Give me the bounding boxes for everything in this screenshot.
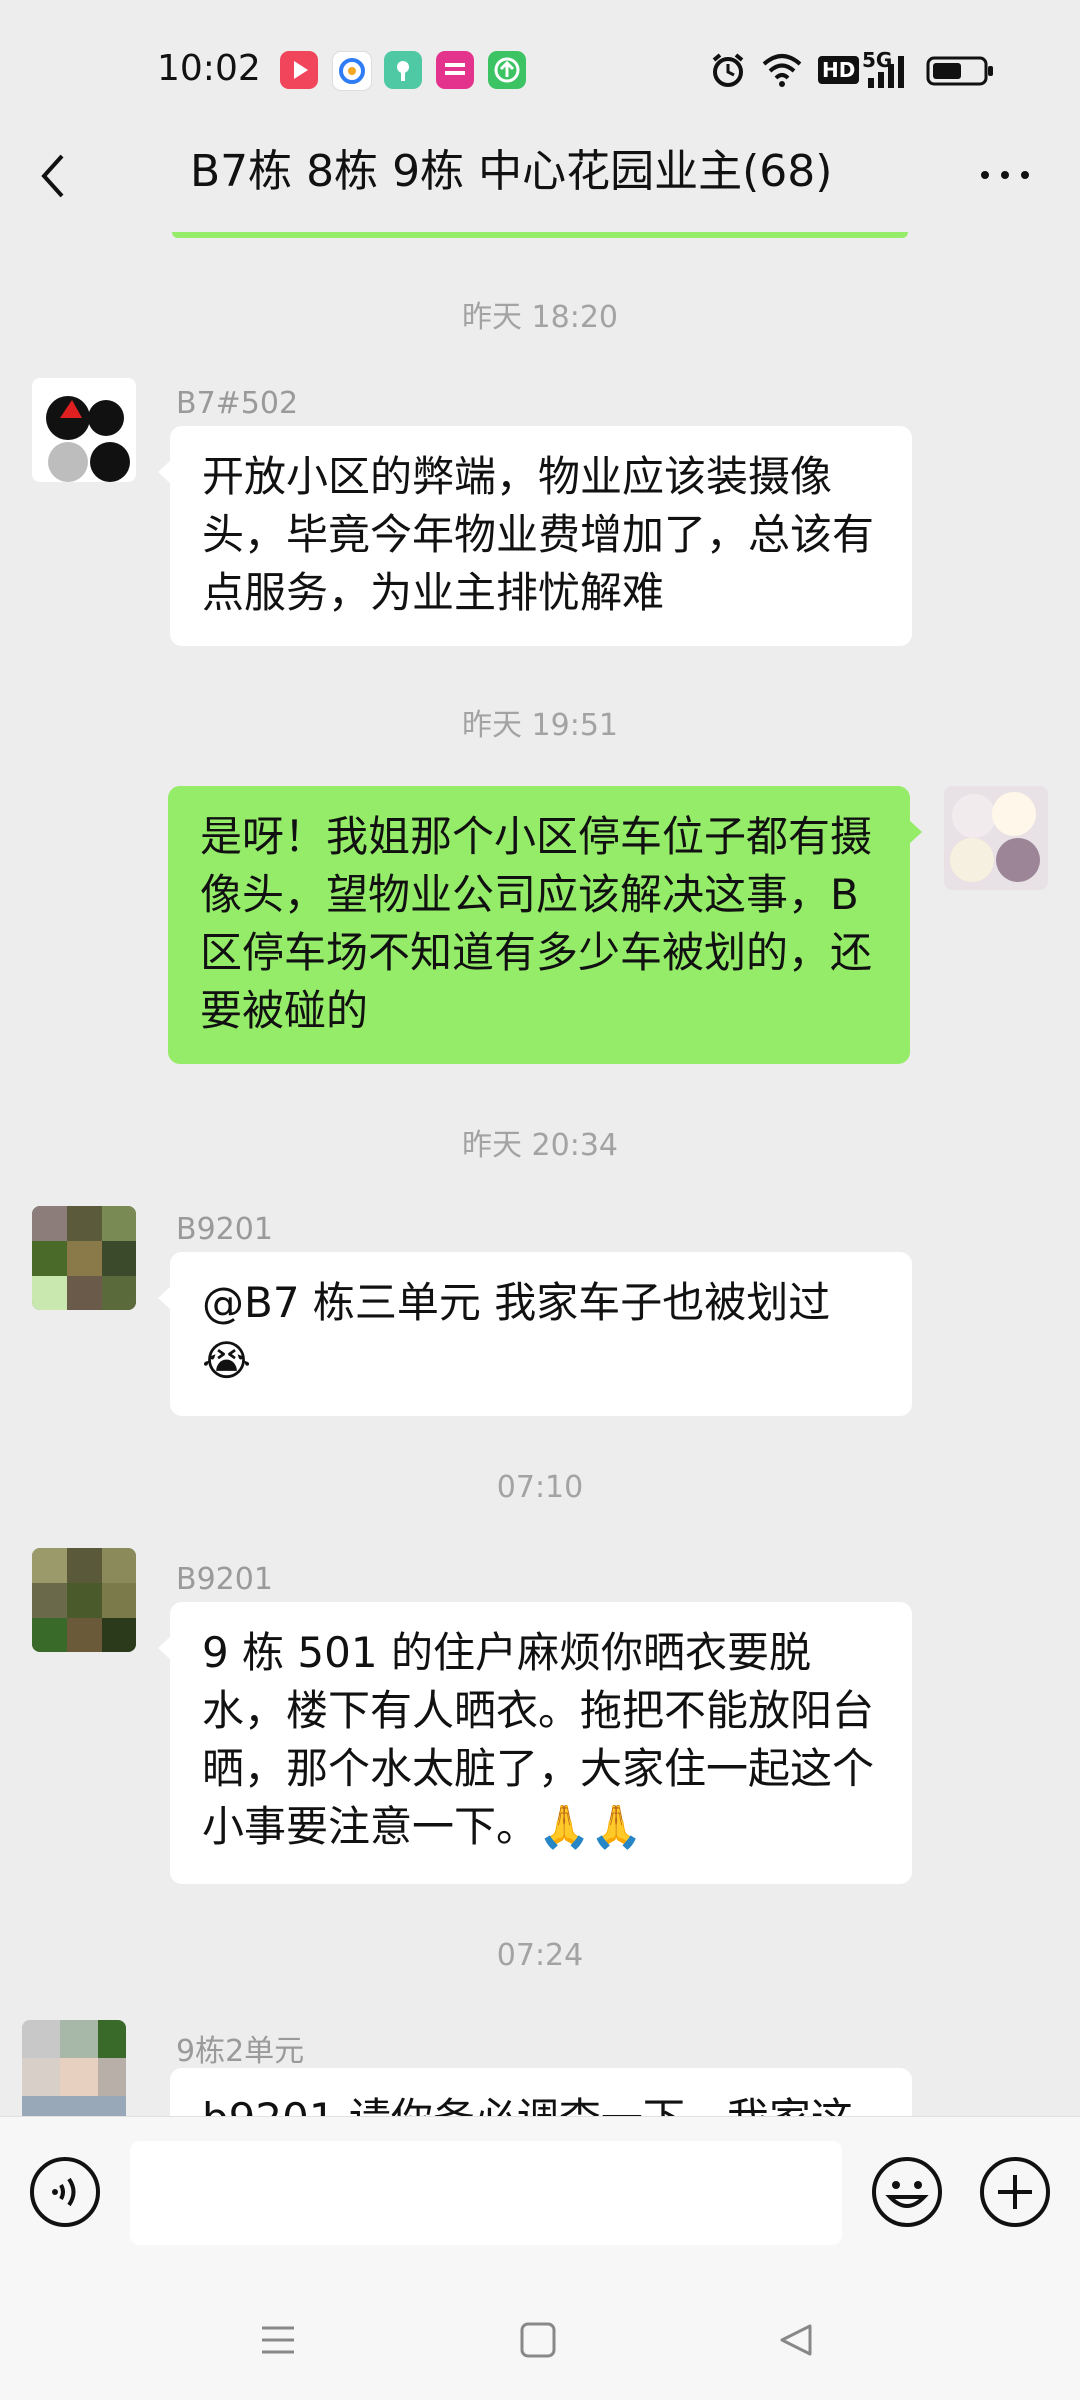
system-nav-bar — [0, 2280, 1080, 2400]
chat-header: B7栋 8栋 9栋 中心花园业主(68) — [0, 120, 1080, 240]
back-triangle-icon[interactable] — [776, 2320, 816, 2360]
pray-emoji-icon: 🙏🙏 — [538, 1802, 643, 1851]
sender-name: 9栋2单元 — [176, 2034, 305, 2069]
wifi-icon — [762, 54, 802, 87]
alarm-icon — [712, 53, 744, 87]
timestamp: 07:24 — [496, 1938, 584, 1973]
status-bar: 10:02 HD 5G — [0, 0, 1080, 140]
sender-name: B9201 — [176, 1562, 273, 1597]
message-text: @B7 栋三单元 我家车子也被划过 — [202, 1278, 831, 1327]
avatar[interactable] — [32, 1206, 136, 1310]
avatar[interactable] — [22, 2020, 126, 2124]
timestamp: 07:10 — [496, 1470, 584, 1505]
message-input[interactable] — [130, 2141, 842, 2245]
signal-icon — [868, 56, 904, 88]
timestamp: 昨天 19:51 — [462, 708, 618, 743]
message-bubble[interactable]: @B7 栋三单元 我家车子也被划过 😭 — [158, 1252, 912, 1416]
more-options-icon[interactable] — [975, 160, 1035, 190]
emoji-icon[interactable] — [870, 2155, 944, 2229]
avatar[interactable] — [32, 1548, 136, 1652]
upload-app-icon — [488, 51, 526, 89]
message-text: 开放小区的弊端，物业应该装摄像头，毕竟今年物业费增加了，总该有点服务，为业主排忧… — [202, 452, 875, 617]
plus-icon[interactable] — [978, 2155, 1052, 2229]
status-time: 10:02 — [157, 48, 261, 89]
avatar[interactable] — [32, 378, 136, 482]
group-title: B7栋 8栋 9栋 中心花园业主(68) — [190, 146, 833, 197]
voice-icon[interactable] — [28, 2155, 102, 2229]
timestamp: 昨天 18:20 — [462, 300, 618, 335]
message-text: 是呀！我姐那个小区停车位子都有摄像头，望物业公司应该解决这事，B 区停车场不知道… — [200, 812, 873, 1035]
input-bar — [0, 2116, 1080, 2281]
timestamp: 昨天 20:34 — [462, 1128, 618, 1163]
shopping-app-icon — [436, 51, 474, 89]
message-bubble[interactable]: 开放小区的弊端，物业应该装摄像头，毕竟今年物业费增加了，总该有点服务，为业主排忧… — [158, 426, 912, 646]
hd-badge: HD — [818, 56, 860, 84]
map-app-icon — [384, 51, 422, 89]
message-bubble[interactable]: 9 栋 501 的住户麻烦你晒衣要脱水，楼下有人晒衣。拖把不能放阳台晒，那个水太… — [158, 1602, 912, 1884]
menu-icon[interactable] — [258, 2320, 298, 2360]
video-app-icon — [280, 51, 318, 89]
back-arrow-icon[interactable] — [30, 146, 80, 206]
self-avatar[interactable] — [944, 786, 1048, 890]
message-bubble-self[interactable]: 是呀！我姐那个小区停车位子都有摄像头，望物业公司应该解决这事，B 区停车场不知道… — [168, 786, 922, 1064]
sender-name: B9201 — [176, 1212, 273, 1247]
pinned-message-bar[interactable] — [172, 232, 908, 238]
crying-emoji-icon: 😭 — [202, 1336, 252, 1385]
battery-icon — [926, 56, 993, 86]
browser-app-icon — [332, 51, 372, 91]
sender-name: B7#502 — [176, 386, 299, 421]
home-icon[interactable] — [518, 2320, 558, 2360]
